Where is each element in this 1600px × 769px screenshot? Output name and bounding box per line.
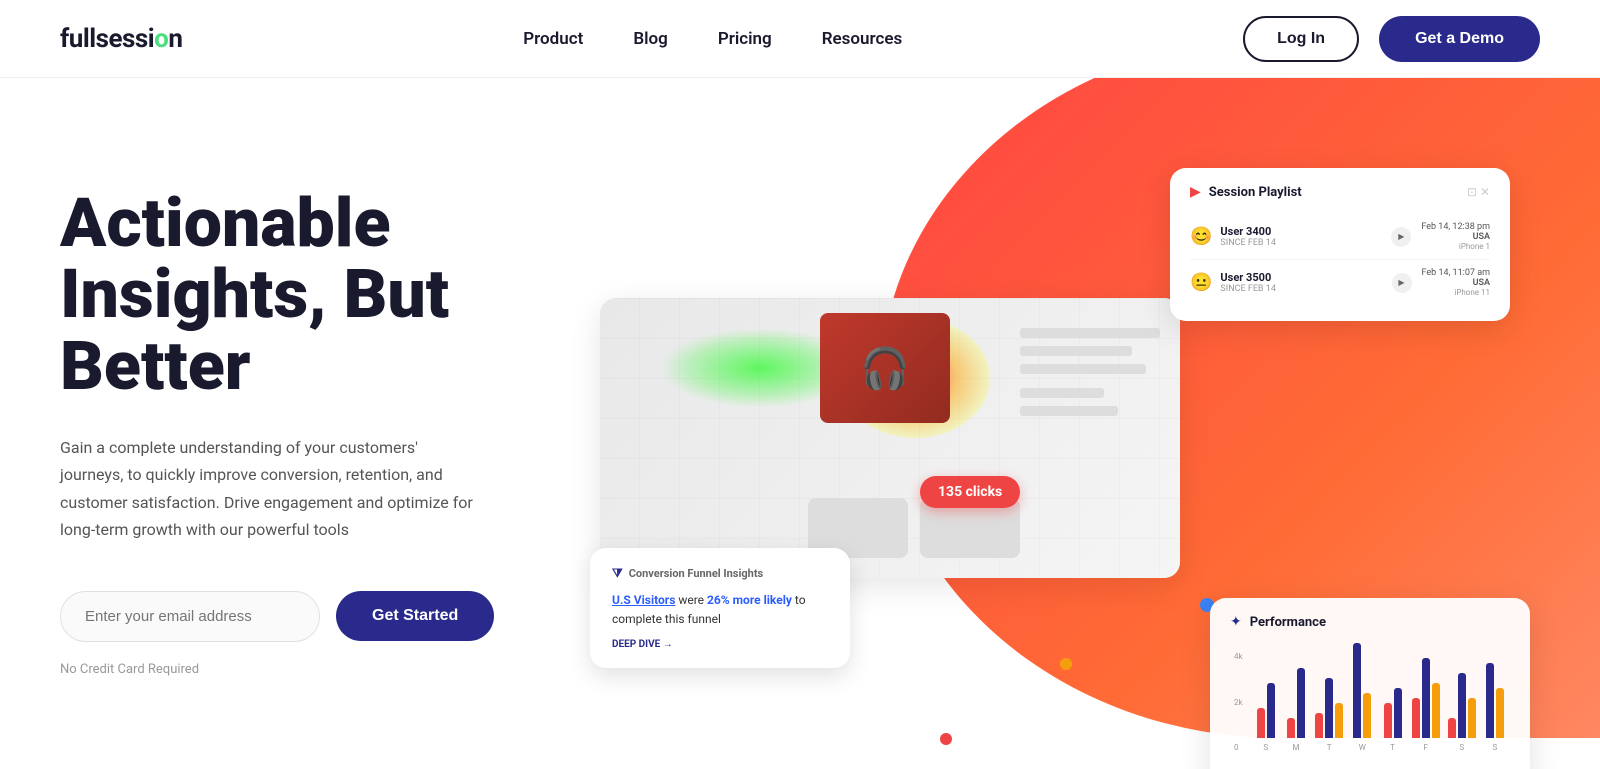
play-icon: ▶: [1190, 184, 1201, 200]
hero-section: Actionable Insights, But Better Gain a c…: [0, 78, 1600, 769]
performance-card: ✦ Performance 4k 2k 0 S M: [1210, 598, 1530, 769]
nav-links: Product Blog Pricing Resources: [523, 29, 902, 49]
funnel-icon: ⧩: [612, 566, 623, 581]
performance-icon: ✦: [1230, 614, 1242, 630]
bar-label-f: F: [1423, 743, 1427, 752]
bar-label-s3: S: [1492, 743, 1497, 752]
nav-actions: Log In Get a Demo: [1243, 16, 1540, 62]
y-label-0: 0: [1234, 743, 1243, 752]
scatter-dot-orange: [1060, 658, 1072, 670]
funnel-body-text: U.S Visitors were 26% more likely to com…: [612, 591, 828, 629]
user-name-1: User 3400: [1220, 225, 1275, 238]
nav-link-resources[interactable]: Resources: [822, 29, 903, 49]
bar-label-s2: S: [1459, 743, 1464, 752]
content-placeholders: [1020, 328, 1160, 424]
product-image: 🎧: [820, 313, 950, 423]
session-play-btn-1[interactable]: ▶: [1391, 227, 1411, 247]
session-device-1: iPhone 1: [1421, 242, 1490, 251]
user-emoji-2: 😐: [1190, 272, 1212, 293]
session-device-2: iPhone 11: [1422, 288, 1491, 297]
chart-y-axis: 4k 2k 0: [1234, 652, 1243, 752]
bar-label-m: M: [1292, 743, 1299, 752]
performance-chart: 4k 2k 0 S M T W: [1230, 642, 1510, 752]
brand-logo[interactable]: fullsession: [60, 24, 182, 54]
bar-group-m: M: [1285, 668, 1307, 752]
bar-group-s2: S: [1448, 673, 1476, 752]
session-playlist-card: ▶ Session Playlist ⊡ ✕ 😊 User 3400 SINCE…: [1170, 168, 1510, 321]
bar-label-t2: T: [1390, 743, 1395, 752]
bar-group-s3: S: [1484, 663, 1506, 752]
session-card-controls: ⊡ ✕: [1467, 185, 1490, 199]
session-user-row-1[interactable]: 😊 User 3400 SINCE FEB 14 ▶ Feb 14, 12:38…: [1190, 214, 1490, 260]
get-started-button[interactable]: Get Started: [336, 591, 494, 641]
session-user-row-2[interactable]: 😐 User 3500 SINCE FEB 14 ▶ Feb 14, 11:07…: [1190, 260, 1490, 305]
heatmap-inner: 🎧 135 clicks: [600, 298, 1180, 578]
session-meta-2: Feb 14, 11:07 am USA iPhone 11: [1422, 268, 1491, 297]
performance-card-header: ✦ Performance: [1230, 614, 1510, 630]
user-emoji-1: 😊: [1190, 226, 1212, 247]
user-since-1: SINCE FEB 14: [1220, 238, 1275, 248]
funnel-highlight: 26% more likely: [707, 593, 792, 607]
scatter-dot-red: [940, 733, 952, 745]
funnel-link[interactable]: U.S Visitors: [612, 593, 675, 607]
hero-title-line2: Insights, But Better: [60, 254, 449, 405]
session-country-1: USA: [1421, 232, 1490, 242]
user-since-2: SINCE FEB 14: [1220, 284, 1275, 294]
bar-group-s1: S: [1255, 683, 1277, 752]
session-country-2: USA: [1422, 278, 1491, 288]
login-button[interactable]: Log In: [1243, 16, 1359, 62]
hero-title-line1: Actionable: [60, 183, 391, 263]
user-name-2: User 3500: [1220, 271, 1275, 284]
bar-group-w: W: [1351, 643, 1373, 752]
performance-card-title: Performance: [1250, 615, 1326, 630]
bar-group-t1: T: [1315, 678, 1343, 752]
hero-right: ▶ Session Playlist ⊡ ✕ 😊 User 3400 SINCE…: [580, 138, 1540, 769]
no-credit-card-label: No Credit Card Required: [60, 662, 580, 677]
navbar: fullsession Product Blog Pricing Resourc…: [0, 0, 1600, 78]
session-card-header: ▶ Session Playlist ⊡ ✕: [1190, 184, 1490, 200]
email-cta-row: Get Started: [60, 591, 580, 642]
session-user-left-2: 😐 User 3500 SINCE FEB 14: [1190, 271, 1276, 294]
clicks-badge: 135 clicks: [920, 476, 1020, 508]
nav-link-blog[interactable]: Blog: [633, 29, 668, 49]
bar-group-f: F: [1412, 658, 1440, 752]
session-user-left-1: 😊 User 3400 SINCE FEB 14: [1190, 225, 1276, 248]
bar-label-w: W: [1359, 743, 1366, 752]
session-date-2: Feb 14, 11:07 am: [1422, 268, 1491, 278]
session-meta-1: Feb 14, 12:38 pm USA iPhone 1: [1421, 222, 1490, 251]
session-date-1: Feb 14, 12:38 pm: [1421, 222, 1490, 232]
y-label-4k: 4k: [1234, 652, 1243, 661]
heatmap-card: 🎧 135 clicks: [600, 298, 1180, 578]
session-user-right-1: ▶ Feb 14, 12:38 pm USA iPhone 1: [1391, 222, 1490, 251]
funnel-card-title: ⧩ Conversion Funnel Insights: [612, 566, 828, 581]
conversion-funnel-card: ⧩ Conversion Funnel Insights U.S Visitor…: [590, 548, 850, 668]
hero-left: Actionable Insights, But Better Gain a c…: [60, 138, 580, 677]
session-card-title: Session Playlist: [1209, 185, 1302, 200]
nav-link-pricing[interactable]: Pricing: [718, 29, 772, 49]
get-demo-button[interactable]: Get a Demo: [1379, 16, 1540, 62]
bar-label-s1: S: [1263, 743, 1268, 752]
y-label-2k: 2k: [1234, 698, 1243, 707]
funnel-title-text: Conversion Funnel Insights: [629, 567, 763, 580]
hero-title: Actionable Insights, But Better: [60, 188, 580, 402]
funnel-deepdive-link[interactable]: DEEP DIVE →: [612, 639, 828, 650]
hero-description: Gain a complete understanding of your cu…: [60, 434, 480, 543]
email-input[interactable]: [60, 591, 320, 642]
nav-link-product[interactable]: Product: [523, 29, 583, 49]
bar-group-t2: T: [1381, 688, 1403, 752]
session-user-right-2: ▶ Feb 14, 11:07 am USA iPhone 11: [1392, 268, 1491, 297]
session-play-btn-2[interactable]: ▶: [1392, 273, 1412, 293]
bar-label-t1: T: [1327, 743, 1332, 752]
logo-dot: o: [154, 24, 168, 54]
